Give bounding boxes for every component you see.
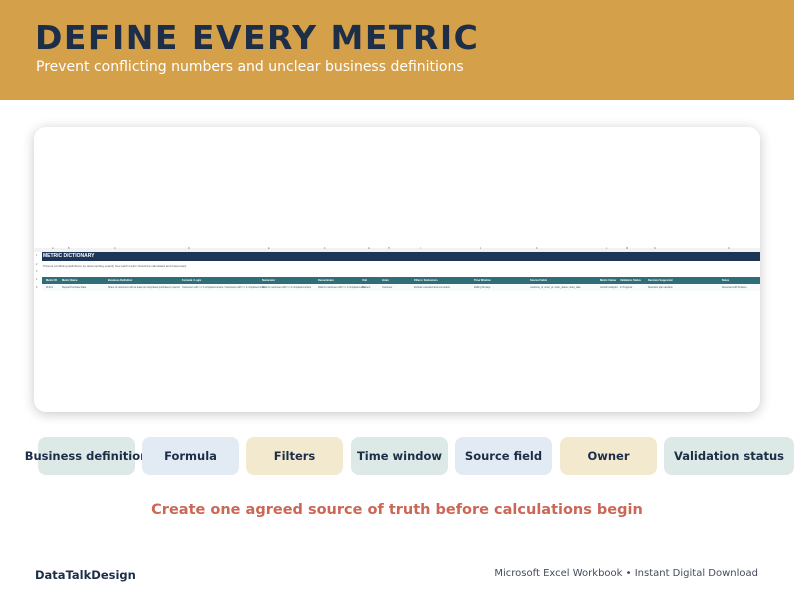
sheet-cell: Percent — [362, 285, 371, 289]
column-letter: L — [606, 247, 608, 250]
sheet-cell: Repeat Purchase Rate — [62, 285, 87, 289]
chip-owner: Owner — [560, 437, 657, 475]
column-letter: D — [188, 247, 190, 250]
column-letter: O — [728, 247, 730, 250]
sheet-column-header: Numerator — [262, 278, 276, 282]
chip-source-field: Source field — [455, 437, 552, 475]
row-number: 1 — [36, 254, 38, 257]
sheet-column-header: Validation Status — [620, 278, 641, 282]
column-letter: B — [68, 247, 70, 250]
sheet-column-header: Notes — [722, 278, 730, 282]
column-letter: G — [368, 247, 370, 250]
row-number: 4 — [36, 278, 38, 281]
column-letter: M — [626, 247, 628, 250]
sheet-column-header: Grain — [382, 278, 389, 282]
product-info: Microsoft Excel Workbook • Instant Digit… — [494, 568, 758, 579]
header-banner: DEFINE EVERY METRIC Prevent conflicting … — [0, 0, 794, 100]
chip-formula: Formula — [142, 437, 239, 475]
sheet-column-header: Time Window — [474, 278, 491, 282]
sheet-column-header: Filters / Exclusions — [414, 278, 438, 282]
sheet-column-header: Formula / Logic — [182, 278, 202, 282]
sheet-column-header: Metric Name — [62, 278, 78, 282]
sheet-column-header: Metric Owner — [600, 278, 617, 282]
chip-time-window: Time window — [351, 437, 448, 475]
sheet-column-header: Unit — [362, 278, 368, 282]
column-letter: A — [52, 247, 54, 250]
sheet-cell: Share of customers with at least two com… — [108, 285, 180, 289]
page-subtitle: Prevent conflicting numbers and unclear … — [36, 59, 464, 75]
sheet-cell: Retention plan decision — [648, 285, 673, 289]
row-number: 5 — [36, 286, 38, 289]
row-number: 2 — [36, 263, 38, 266]
sheet-cell: customer_id, order_id, order_status, ord… — [530, 285, 581, 289]
column-letter: I — [420, 247, 421, 250]
sheet-cell: Exclude cancelled and test orders — [414, 285, 450, 289]
page-title: DEFINE EVERY METRIC — [35, 18, 480, 57]
chip-business-definition: Business definition — [25, 437, 148, 475]
brand-name: DataTalkDesign — [35, 568, 136, 582]
column-letter: F — [324, 247, 326, 250]
column-letter: J — [480, 247, 482, 250]
sheet-subtitle: Prevent conflicting definitions by docum… — [43, 264, 187, 268]
column-letter: E — [268, 247, 270, 250]
sheet-column-header: Metric ID — [46, 278, 57, 282]
sheet-cell: Customers with >= 2 completed orders / C… — [182, 285, 265, 289]
sheet-cell: Customer — [382, 285, 393, 289]
sheet-cell: In Progress — [620, 285, 633, 289]
chip-filters: Filters — [246, 437, 343, 475]
column-letter: N — [654, 247, 656, 250]
spreadsheet-preview-card: ABCDEFGHIJKLMNO 12345 METRIC DICTIONARY … — [34, 127, 760, 412]
sheet-cell: M-001 — [46, 285, 53, 289]
column-letter: C — [114, 247, 116, 250]
chip-validation-status: Validation status — [664, 437, 794, 475]
sheet-data-row: M-001 Repeat Purchase Rate Share of custom… — [42, 285, 760, 291]
spreadsheet-preview: ABCDEFGHIJKLMNO 12345 METRIC DICTIONARY … — [34, 247, 760, 292]
sheet-title: METRIC DICTIONARY — [43, 253, 95, 259]
sheet-title-bar: METRIC DICTIONARY — [42, 252, 760, 261]
sheet-column-header: Denominator — [318, 278, 334, 282]
call-to-action: Create one agreed source of truth before… — [151, 502, 643, 518]
row-number: 3 — [36, 270, 38, 273]
sheet-cell: Distinct customers with >= 2 completed o… — [262, 285, 312, 289]
sheet-cell: Distinct customers with >= 1 completed o… — [318, 285, 366, 289]
sheet-column-header: Decision Supported — [648, 278, 673, 282]
sheet-header-row: Metric ID Metric Name Business Definition F… — [42, 277, 760, 284]
sheet-column-header: Source Fields — [530, 278, 548, 282]
sheet-column-header: Business Definition — [108, 278, 133, 282]
sheet-cell: Growth Analytics — [600, 285, 618, 289]
column-letter: H — [388, 247, 390, 250]
sheet-cell: Rolling 90 days — [474, 285, 491, 289]
column-letter: K — [536, 247, 538, 250]
sheet-cell: Reviewed with Finance — [722, 285, 747, 289]
